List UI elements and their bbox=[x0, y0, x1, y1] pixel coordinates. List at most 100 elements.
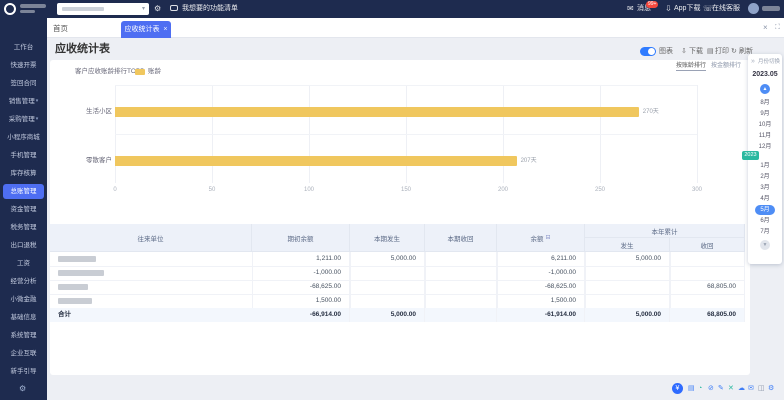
sidebar-item-12[interactable]: 出口退税 bbox=[3, 238, 44, 253]
month-item-2月[interactable]: 2月 bbox=[748, 172, 782, 182]
close-tab-icon[interactable]: × bbox=[163, 26, 167, 33]
tab-active[interactable]: 应收统计表 × bbox=[121, 21, 171, 38]
feature-hint-link[interactable]: 我想要的功能清单 bbox=[182, 5, 238, 13]
sidebar-item-8[interactable]: 库存核算 bbox=[3, 166, 44, 181]
cell-ytd_recv bbox=[670, 266, 745, 280]
cell-ytd_incr: 5,000.00 bbox=[585, 252, 670, 266]
cloud-icon[interactable]: ☁ bbox=[738, 384, 745, 393]
edit-icon[interactable]: ✎ bbox=[718, 384, 724, 393]
fullscreen-icon[interactable]: ⛶ bbox=[775, 24, 780, 32]
currency-yuan-icon[interactable]: ¥ bbox=[672, 383, 683, 394]
scroll-down-icon[interactable]: ▼ bbox=[760, 240, 770, 250]
calendar-filter-icon[interactable]: ⊟ bbox=[545, 234, 550, 241]
month-item-7月[interactable]: 7月 bbox=[748, 227, 782, 237]
month-item-11月[interactable]: 11月 bbox=[748, 131, 782, 141]
page-title: 应收统计表 bbox=[55, 43, 110, 56]
sidebar-item-19[interactable]: 新手引导 bbox=[3, 364, 44, 379]
col-header[interactable]: 本期发生 bbox=[350, 224, 425, 252]
month-item-4月[interactable]: 4月 bbox=[748, 194, 782, 204]
total-ytd_incr: 5,000.00 bbox=[585, 308, 670, 322]
total-ytd_recv: 68,805.00 bbox=[670, 308, 745, 322]
chart-toggle[interactable] bbox=[640, 47, 656, 56]
legend-label[interactable]: 账龄 bbox=[148, 67, 161, 76]
col-header[interactable]: 本期收回 bbox=[425, 224, 497, 252]
month-item-5月[interactable]: 5月 bbox=[755, 205, 775, 215]
app-download-link[interactable]: App下载 bbox=[674, 5, 700, 13]
sidebar-item-10[interactable]: 资金管理 bbox=[3, 202, 44, 217]
cell-ytd_recv bbox=[670, 252, 745, 266]
cell-ytd_recv: 68,805.00 bbox=[670, 280, 745, 294]
sidebar-item-5[interactable]: 采购管理▾ bbox=[3, 112, 44, 127]
total-opening: -66,914.00 bbox=[252, 308, 350, 322]
percent-icon[interactable]: ◔ bbox=[698, 384, 702, 393]
sidebar-item-13[interactable]: 工资 bbox=[3, 256, 44, 271]
rank-link-aging[interactable]: 按账龄排行 bbox=[676, 62, 706, 71]
month-item-6月[interactable]: 6月 bbox=[748, 216, 782, 226]
month-item-8月[interactable]: 8月 bbox=[748, 98, 782, 108]
sidebar-item-6[interactable]: 小程序商城 bbox=[3, 130, 44, 145]
col-header[interactable]: 往来单位 bbox=[50, 224, 252, 252]
sidebar-item-4[interactable]: 销售管理▾ bbox=[3, 94, 44, 109]
sidebar-item-11[interactable]: 税务管理 bbox=[3, 220, 44, 235]
cell-period_recv bbox=[425, 280, 497, 294]
x-tick-label: 0 bbox=[105, 186, 125, 194]
window-icon[interactable]: ◫ bbox=[758, 384, 765, 393]
download-icon: ⇩ bbox=[681, 47, 687, 56]
print-button[interactable]: 打印 bbox=[715, 47, 729, 56]
sidebar-item-2[interactable]: 快速开票 bbox=[3, 58, 44, 73]
sub-header-ytd-incr[interactable]: 发生 bbox=[585, 238, 670, 252]
download-button[interactable]: 下载 bbox=[689, 47, 703, 56]
sidebar-item-7[interactable]: 手机管理 bbox=[3, 148, 44, 163]
year-tag: 2023 bbox=[742, 151, 759, 160]
sidebar-item-9[interactable]: 总账管理 bbox=[3, 184, 44, 199]
month-item-10月[interactable]: 10月 bbox=[748, 120, 782, 130]
row-name-redacted bbox=[58, 256, 96, 262]
close-icon[interactable]: ✕ bbox=[728, 384, 734, 393]
sidebar-item-16[interactable]: 基础信息 bbox=[3, 310, 44, 325]
bar-category-label: 零散客户 bbox=[52, 156, 112, 166]
support-link[interactable]: 在线客服 bbox=[712, 5, 740, 13]
bar-category-label: 生活小区 bbox=[52, 107, 112, 117]
x-tick-label: 250 bbox=[590, 186, 610, 194]
app-window: ▾ ⚙ 我想要的功能清单 ✉ 消息 99+ ⇩ App下载 ☏ 在线客服 工作台… bbox=[0, 0, 784, 400]
rank-link-amount[interactable]: 按金额排行 bbox=[711, 62, 741, 70]
sidebar-item-3[interactable]: 签回合同 bbox=[3, 76, 44, 91]
cell-ytd_incr bbox=[585, 266, 670, 280]
month-item-1月[interactable]: 1月 bbox=[748, 161, 782, 171]
tab-home[interactable]: 首页 bbox=[53, 24, 68, 33]
sidebar-item-18[interactable]: 企业互联 bbox=[3, 346, 44, 361]
speech-bubble-icon bbox=[170, 5, 178, 11]
scroll-up-icon[interactable]: ▲ bbox=[760, 84, 770, 94]
month-item-3月[interactable]: 3月 bbox=[748, 183, 782, 193]
sub-header-ytd-recv[interactable]: 收回 bbox=[670, 238, 745, 252]
col-header[interactable]: 期初余额 bbox=[252, 224, 350, 252]
gear-icon[interactable]: ⚙ bbox=[768, 384, 774, 393]
message-icon[interactable]: ✉ bbox=[627, 5, 634, 13]
sidebar-item-1[interactable]: 工作台 bbox=[3, 40, 44, 55]
month-item-9月[interactable]: 9月 bbox=[748, 109, 782, 119]
message-count-badge: 99+ bbox=[646, 1, 658, 8]
avatar[interactable] bbox=[748, 3, 759, 14]
sidebar-item-15[interactable]: 小微金融 bbox=[3, 292, 44, 307]
collapse-panel-icon[interactable]: » bbox=[751, 58, 755, 66]
sidebar-gear-icon[interactable]: ⚙ bbox=[19, 384, 26, 393]
sidebar-item-14[interactable]: 经营分析 bbox=[3, 274, 44, 289]
col-header-balance[interactable]: 余额⊟ bbox=[497, 224, 585, 252]
bar-2[interactable] bbox=[115, 156, 517, 166]
top-bar: ▾ ⚙ 我想要的功能清单 ✉ 消息 99+ ⇩ App下载 ☏ 在线客服 bbox=[0, 0, 784, 18]
total-period_incr: 5,000.00 bbox=[350, 308, 425, 322]
cell-balance: 6,211.00 bbox=[497, 252, 585, 266]
bar-1[interactable] bbox=[115, 107, 639, 117]
sidebar-item-17[interactable]: 系统管理 bbox=[3, 328, 44, 343]
x-tick-label: 50 bbox=[202, 186, 222, 194]
row-name-redacted bbox=[58, 298, 92, 304]
x-tick-label: 300 bbox=[687, 186, 707, 194]
invoice-icon[interactable]: ▤ bbox=[688, 384, 695, 393]
prohibit-icon[interactable]: ⊘ bbox=[708, 384, 714, 393]
chevron-down-icon: ▾ bbox=[36, 98, 39, 104]
close-all-icon[interactable]: × bbox=[763, 23, 768, 32]
global-search-input[interactable]: ▾ bbox=[57, 3, 149, 15]
cell-opening: -68,625.00 bbox=[252, 280, 350, 294]
mail-icon[interactable]: ✉ bbox=[748, 384, 754, 393]
gear-icon[interactable]: ⚙ bbox=[154, 5, 161, 13]
